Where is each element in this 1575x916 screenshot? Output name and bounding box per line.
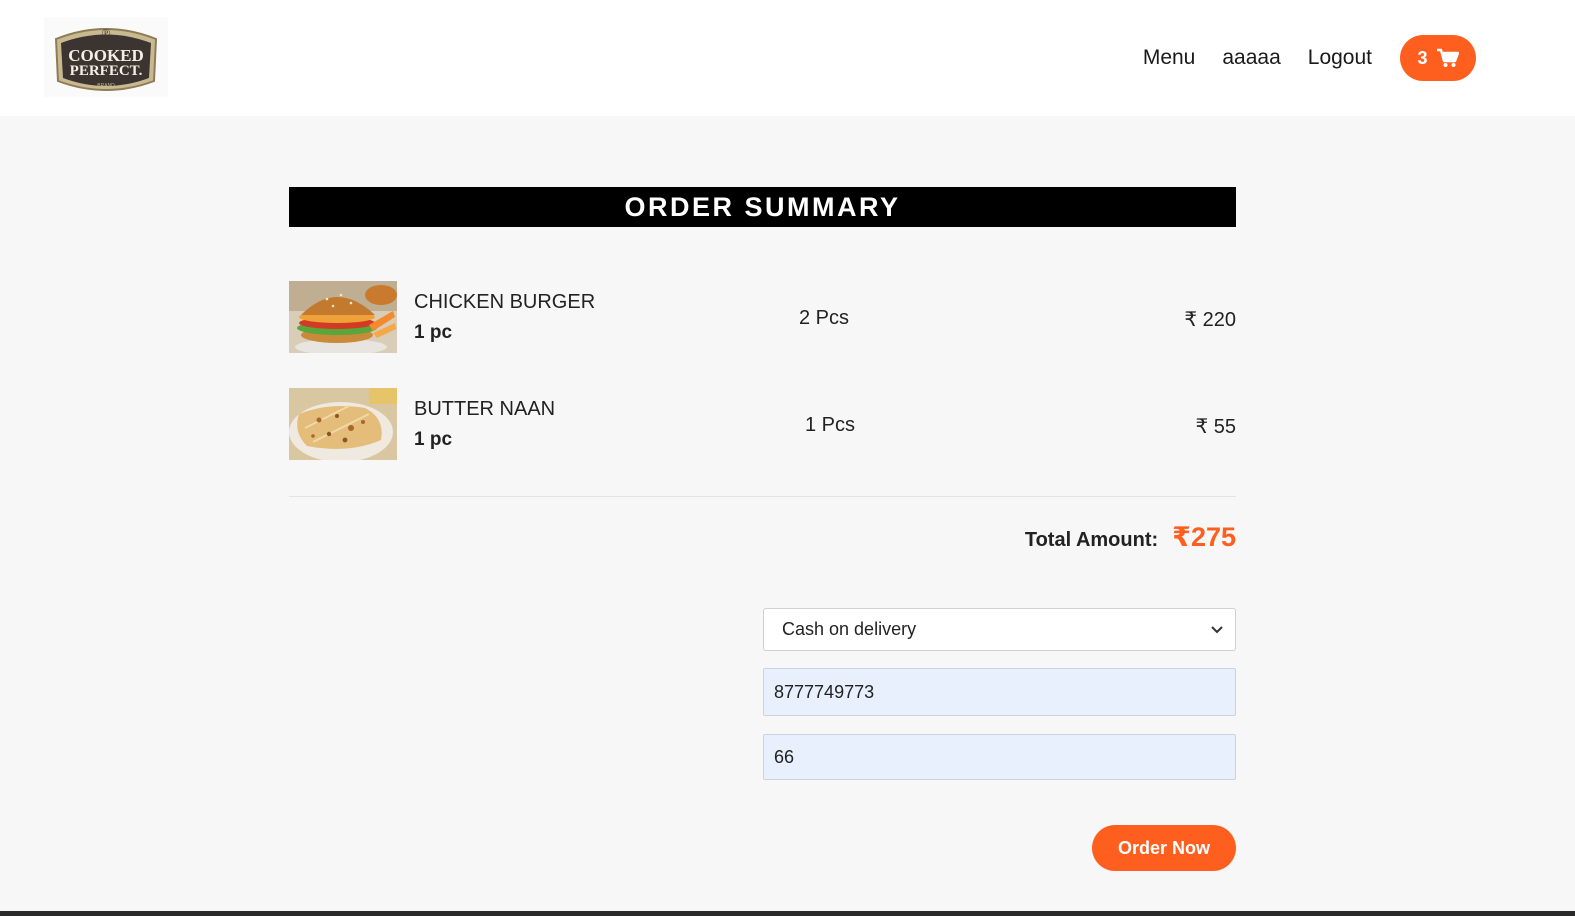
nav-menu-link[interactable]: Menu xyxy=(1143,46,1196,70)
phone-input[interactable] xyxy=(763,668,1236,716)
nav-user-link[interactable]: aaaaa xyxy=(1222,46,1280,70)
cart-button[interactable]: 3 xyxy=(1400,35,1476,81)
payment-method-value: Cash on delivery xyxy=(782,619,917,639)
order-item-row: CHICKEN BURGER 1 pc 2 Pcs ₹ 220 xyxy=(289,281,1236,353)
svg-text:℗: ℗ xyxy=(101,26,110,40)
naan-image xyxy=(289,388,397,460)
item-price: ₹ 55 xyxy=(1195,416,1236,438)
payment-method-select[interactable]: Cash on delivery xyxy=(763,608,1236,651)
item-unit: 1 pc xyxy=(414,429,453,450)
total-amount-row: Total Amount: ₹275 xyxy=(1025,522,1236,553)
order-summary-section: ORDER SUMMARY CHICKEN BURGER 1 pc 2 Pcs … xyxy=(289,187,1236,871)
item-name: CHICKEN BURGER xyxy=(414,291,596,313)
item-quantity: 1 Pcs xyxy=(805,414,856,436)
summary-divider xyxy=(289,496,1236,497)
order-form: Cash on delivery Order Now xyxy=(763,608,1236,871)
item-name: BUTTER NAAN xyxy=(414,398,556,420)
order-now-button[interactable]: Order Now xyxy=(1092,825,1236,871)
shopping-cart-icon xyxy=(1436,48,1459,67)
total-amount-value: ₹275 xyxy=(1172,522,1236,552)
svg-text:BRAND: BRAND xyxy=(97,83,115,89)
item-unit: 1 pc xyxy=(414,322,453,343)
nav-logout-link[interactable]: Logout xyxy=(1308,46,1372,70)
item-quantity: 2 Pcs xyxy=(799,307,850,329)
svg-text:PERFECT.: PERFECT. xyxy=(70,63,143,79)
order-summary-title: ORDER SUMMARY xyxy=(289,187,1236,227)
address-input[interactable] xyxy=(763,734,1236,780)
item-price: ₹ 220 xyxy=(1184,309,1236,331)
cart-count: 3 xyxy=(1417,47,1428,68)
bottom-strip xyxy=(0,911,1575,916)
order-item-row: BUTTER NAAN 1 pc 1 Pcs ₹ 55 xyxy=(289,388,1236,460)
total-amount-label: Total Amount: xyxy=(1024,529,1159,551)
brand-logo[interactable]: ℗ COOKED PERFECT. BRAND xyxy=(44,17,168,97)
navbar: ℗ COOKED PERFECT. BRAND Menu aaaaa Logou… xyxy=(0,0,1575,116)
burger-image xyxy=(289,281,397,353)
chevron-down-icon xyxy=(1211,625,1223,633)
nav-links: Menu aaaaa Logout 3 xyxy=(1143,35,1476,81)
